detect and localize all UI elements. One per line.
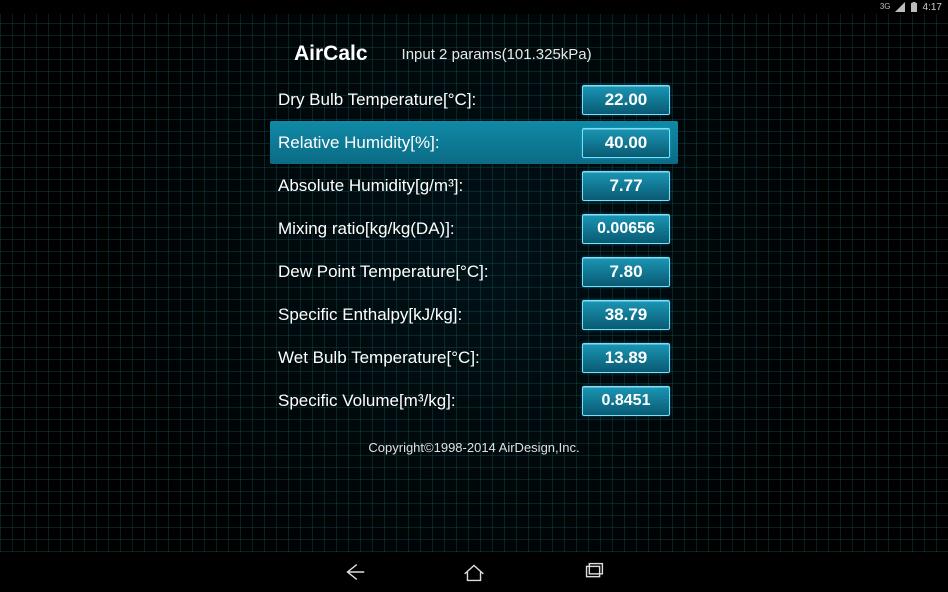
value-button-dry-bulb-temperature[interactable]: 22.00: [582, 85, 670, 115]
app-content: AirCalc Input 2 params(101.325kPa) Dry B…: [270, 0, 678, 455]
network-3g-icon: 3G: [880, 2, 891, 12]
row-relative-humidity[interactable]: Relative Humidity[%]:40.00: [270, 121, 678, 164]
row-dew-point-temperature[interactable]: Dew Point Temperature[°C]:7.80: [270, 250, 678, 293]
label-dry-bulb-temperature: Dry Bulb Temperature[°C]:: [278, 90, 582, 110]
label-mixing-ratio: Mixing ratio[kg/kg(DA)]:: [278, 219, 582, 239]
parameter-list: Dry Bulb Temperature[°C]:22.00Relative H…: [270, 78, 678, 422]
header: AirCalc Input 2 params(101.325kPa): [270, 42, 678, 66]
row-mixing-ratio[interactable]: Mixing ratio[kg/kg(DA)]:0.00656: [270, 207, 678, 250]
label-specific-enthalpy: Specific Enthalpy[kJ/kg]:: [278, 305, 582, 325]
value-button-mixing-ratio[interactable]: 0.00656: [582, 214, 670, 244]
row-specific-enthalpy[interactable]: Specific Enthalpy[kJ/kg]:38.79: [270, 293, 678, 336]
home-button[interactable]: [459, 557, 489, 587]
back-button[interactable]: [339, 557, 369, 587]
label-specific-volume: Specific Volume[m³/kg]:: [278, 391, 582, 411]
value-button-relative-humidity[interactable]: 40.00: [582, 128, 670, 158]
value-button-absolute-humidity[interactable]: 7.77: [582, 171, 670, 201]
row-wet-bulb-temperature[interactable]: Wet Bulb Temperature[°C]:13.89: [270, 336, 678, 379]
value-button-wet-bulb-temperature[interactable]: 13.89: [582, 343, 670, 373]
row-absolute-humidity[interactable]: Absolute Humidity[g/m³]:7.77: [270, 164, 678, 207]
clock: 4:17: [923, 2, 942, 13]
footer-text: Copyright©1998-2014 AirDesign,Inc.: [270, 440, 678, 455]
battery-icon: [909, 2, 919, 12]
signal-icon: [895, 2, 905, 12]
label-relative-humidity: Relative Humidity[%]:: [278, 133, 582, 153]
recent-button[interactable]: [579, 557, 609, 587]
app-subtitle: Input 2 params(101.325kPa): [402, 46, 592, 63]
label-absolute-humidity: Absolute Humidity[g/m³]:: [278, 176, 582, 196]
value-button-specific-enthalpy[interactable]: 38.79: [582, 300, 670, 330]
label-wet-bulb-temperature: Wet Bulb Temperature[°C]:: [278, 348, 582, 368]
nav-bar: [0, 552, 948, 592]
label-dew-point-temperature: Dew Point Temperature[°C]:: [278, 262, 582, 282]
value-button-specific-volume[interactable]: 0.8451: [582, 386, 670, 416]
value-button-dew-point-temperature[interactable]: 7.80: [582, 257, 670, 287]
row-dry-bulb-temperature[interactable]: Dry Bulb Temperature[°C]:22.00: [270, 78, 678, 121]
app-title: AirCalc: [294, 42, 368, 66]
row-specific-volume[interactable]: Specific Volume[m³/kg]:0.8451: [270, 379, 678, 422]
